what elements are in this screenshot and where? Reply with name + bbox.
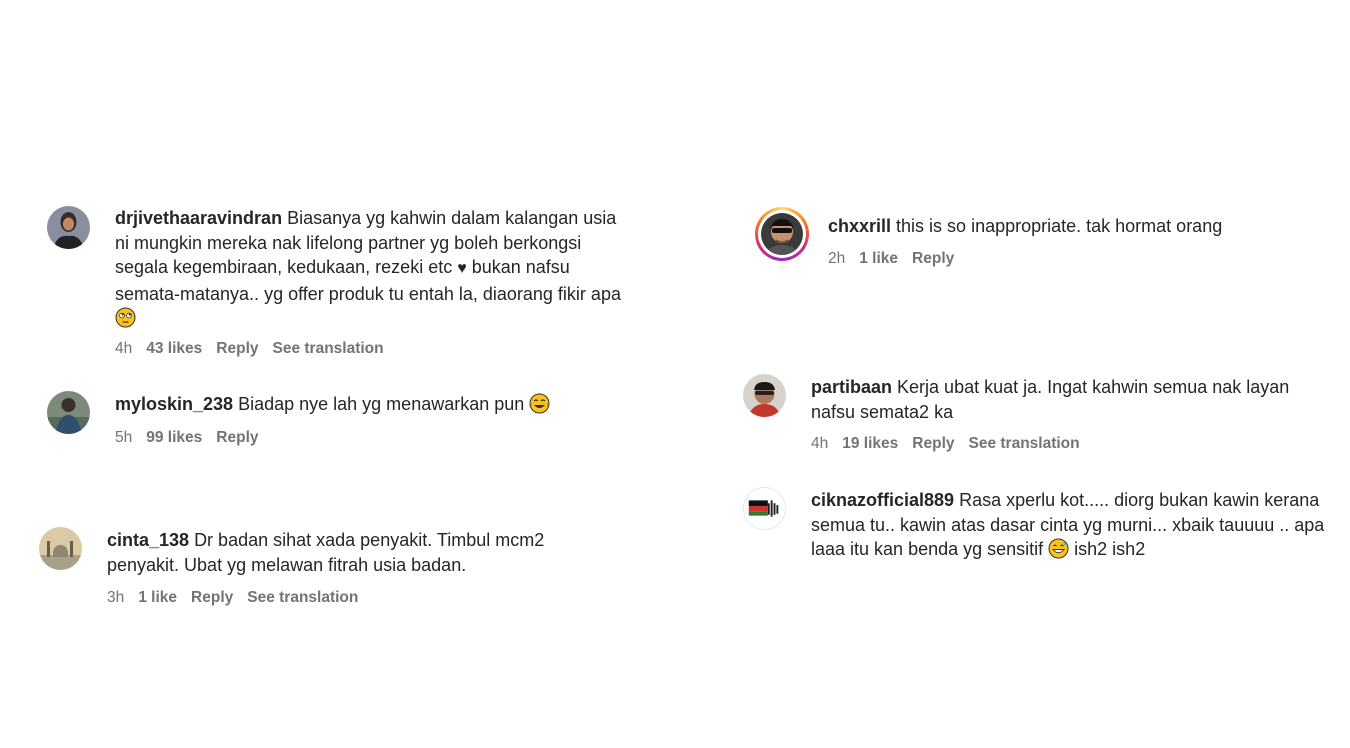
see-translation-button[interactable]: See translation — [969, 435, 1080, 452]
story-ring[interactable] — [755, 207, 809, 261]
username[interactable]: myloskin_238 — [115, 394, 233, 414]
avatar[interactable] — [47, 206, 90, 249]
timestamp[interactable]: 2h — [828, 250, 845, 267]
likes-count[interactable]: 1 like — [138, 589, 177, 606]
comment-meta: 4h 19 likes Reply See translation — [811, 435, 1094, 453]
likes-count[interactable]: 43 likes — [146, 340, 202, 357]
comment-text: chxxrill this is so inappropriate. tak ho… — [828, 216, 1223, 236]
timestamp[interactable]: 4h — [811, 435, 828, 452]
face-with-rolling-eyes-icon — [115, 307, 136, 328]
heart-icon: ♥ — [457, 260, 467, 277]
likes-count[interactable]: 19 likes — [842, 435, 898, 452]
see-translation-button[interactable]: See translation — [247, 589, 358, 606]
see-translation-button[interactable]: See translation — [273, 340, 384, 357]
reply-button[interactable]: Reply — [912, 435, 954, 452]
grinning-face-with-sweat-icon — [1048, 538, 1069, 559]
timestamp[interactable]: 4h — [115, 340, 132, 357]
face-with-tears-of-joy-icon — [529, 393, 550, 414]
username[interactable]: drjivethaaravindran — [115, 208, 282, 228]
username[interactable]: ciknazofficial889 — [811, 490, 954, 510]
likes-count[interactable]: 99 likes — [146, 429, 202, 446]
reply-button[interactable]: Reply — [216, 429, 258, 446]
comment-meta: 3h 1 like Reply See translation — [107, 589, 372, 607]
reply-button[interactable]: Reply — [216, 340, 258, 357]
comment-meta: 4h 43 likes Reply See translation — [115, 340, 398, 358]
comment-text: myloskin_238 Biadap nye lah yg menawarkan… — [115, 392, 635, 417]
timestamp[interactable]: 3h — [107, 589, 124, 606]
avatar[interactable] — [39, 527, 82, 570]
username[interactable]: cinta_138 — [107, 530, 189, 550]
reply-button[interactable]: Reply — [191, 589, 233, 606]
username[interactable]: partibaan — [811, 377, 892, 397]
avatar[interactable] — [743, 487, 786, 530]
comment-meta: 5h 99 likes Reply — [115, 429, 273, 447]
avatar[interactable] — [743, 374, 786, 417]
comment-text: drjivethaaravindran Biasanya yg kahwin da… — [115, 206, 630, 331]
reply-button[interactable]: Reply — [912, 250, 954, 267]
username[interactable]: chxxrill — [828, 216, 891, 236]
comment-text: partibaan Kerja ubat kuat ja. Ingat kahwi… — [811, 377, 1290, 422]
comment-text: ciknazofficial889 Rasa xperlu kot..... di… — [811, 490, 1325, 559]
avatar — [761, 213, 803, 255]
comment-meta: 2h 1 like Reply — [828, 250, 968, 268]
avatar[interactable] — [47, 391, 90, 434]
timestamp[interactable]: 5h — [115, 429, 132, 446]
likes-count[interactable]: 1 like — [859, 250, 898, 267]
comment-text: cinta_138 Dr badan sihat xada penyakit. T… — [107, 530, 545, 575]
